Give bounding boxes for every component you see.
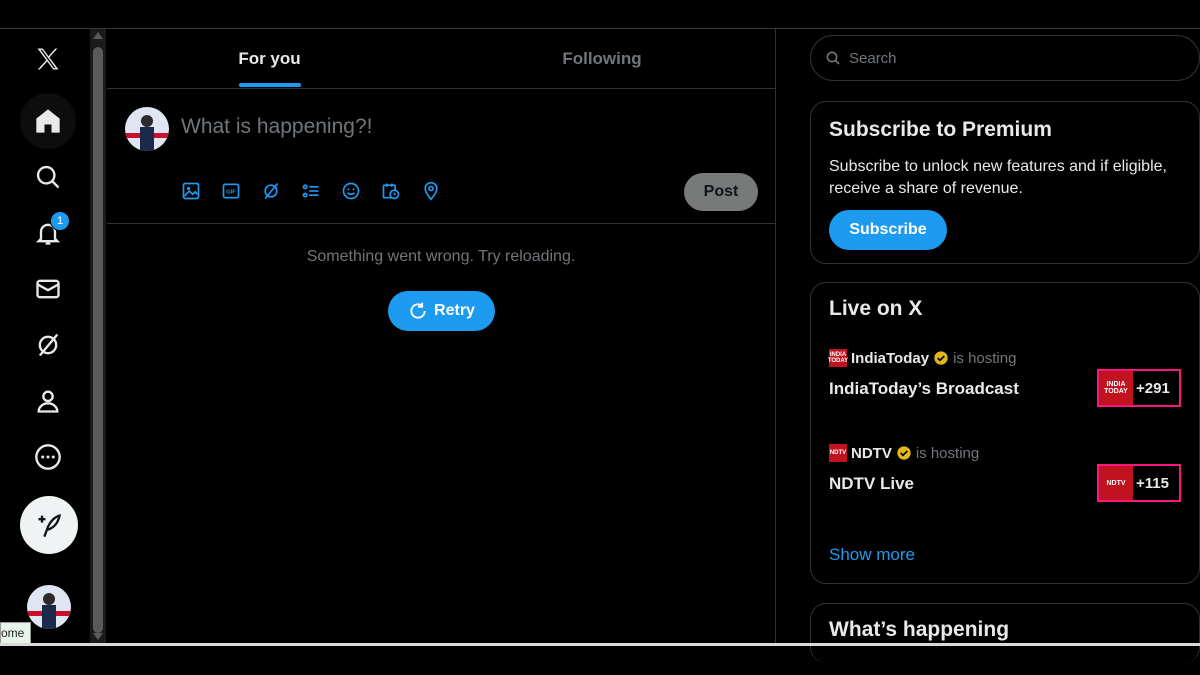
avatar-image: [125, 107, 169, 151]
indiatoday-logo: INDIA TODAY: [1099, 371, 1133, 405]
show-more-link[interactable]: Show more: [829, 545, 915, 565]
nav-explore[interactable]: [20, 149, 76, 205]
home-icon: [36, 109, 60, 133]
host-name[interactable]: NDTV: [851, 445, 892, 462]
nav-messages[interactable]: [20, 261, 76, 317]
nav-notifications[interactable]: 1: [20, 205, 76, 261]
poll-icon: [302, 184, 319, 198]
grok-icon: [38, 333, 59, 357]
whats-happening-card: What’s happening: [810, 603, 1200, 663]
scroll-up-arrow-icon[interactable]: [93, 32, 103, 39]
nav-home[interactable]: [20, 93, 76, 149]
host-row: INDIA TODAY IndiaToday is hosting: [828, 349, 1017, 367]
whats-happening-title: What’s happening: [829, 618, 1010, 641]
broadcast-title[interactable]: IndiaToday’s Broadcast: [829, 379, 1019, 399]
premium-title: Subscribe to Premium: [829, 118, 1052, 141]
listener-count-text: +115: [1136, 474, 1169, 492]
composer-avatar[interactable]: [125, 107, 169, 151]
error-message: Something went wrong. Try reloading.: [306, 248, 576, 265]
nav-grok[interactable]: [20, 317, 76, 373]
more-icon: [35, 444, 61, 470]
host-name[interactable]: IndiaToday: [851, 350, 929, 367]
avatar-image: [27, 585, 71, 629]
search-icon: [36, 165, 60, 189]
notification-badge: 1: [50, 211, 70, 231]
live-title: Live on X: [829, 297, 923, 320]
nav-more[interactable]: [20, 429, 76, 485]
location-button[interactable]: [419, 179, 443, 203]
poll-button[interactable]: [299, 179, 323, 203]
grok-icon: [264, 182, 279, 200]
scrollbar[interactable]: [90, 29, 106, 643]
location-pin-icon: [424, 181, 438, 201]
host-status: is hosting: [953, 349, 1017, 367]
ndtv-logo: NDTV: [829, 444, 847, 462]
schedule-button[interactable]: [379, 179, 403, 203]
tab-for-you[interactable]: For you: [107, 29, 432, 88]
ndtv-logo: NDTV: [1099, 466, 1133, 500]
profile-icon: [37, 390, 59, 413]
retry-label: Retry: [434, 302, 475, 319]
feather-plus-icon: [38, 514, 62, 538]
indiatoday-logo: INDIA TODAY: [828, 349, 848, 367]
search-input[interactable]: Search: [849, 50, 897, 67]
scroll-down-arrow-icon[interactable]: [93, 633, 103, 640]
premium-card: Subscribe to Premium Subscribe to unlock…: [810, 101, 1200, 264]
retry-button[interactable]: Retry: [388, 291, 495, 331]
x-logo-link[interactable]: [20, 31, 76, 87]
post-button[interactable]: Post: [684, 173, 758, 211]
broadcast-title[interactable]: NDTV Live: [829, 474, 914, 494]
search-icon: [826, 51, 840, 65]
live-on-x-card: Live on X INDIA TODAY IndiaToday is host…: [810, 282, 1200, 584]
listener-count[interactable]: NDTV +115: [1097, 464, 1181, 502]
composer-toolbar: GIF: [179, 179, 443, 203]
emoji-icon: [342, 182, 360, 200]
verified-badge-icon: [934, 351, 948, 365]
tooltip: ome: [0, 622, 32, 644]
grok-button[interactable]: [259, 179, 283, 203]
composer-input[interactable]: What is happening?!: [181, 115, 372, 139]
image-icon: [182, 182, 200, 200]
media-button[interactable]: [179, 179, 203, 203]
search-box[interactable]: Search: [810, 35, 1200, 81]
verified-badge-icon: [897, 446, 911, 460]
mail-icon: [36, 279, 60, 299]
x-logo-icon: [37, 48, 59, 70]
svg-text:GIF: GIF: [226, 190, 236, 196]
listener-count[interactable]: INDIA TODAY +291: [1097, 369, 1181, 407]
active-tab-indicator: [239, 83, 301, 87]
host-status: is hosting: [915, 444, 980, 462]
schedule-icon: [382, 183, 400, 200]
tab-following[interactable]: Following: [437, 29, 767, 88]
host-row: NDTV NDTV is hosting: [829, 444, 979, 462]
compose-post-button[interactable]: [20, 496, 78, 554]
main-timeline: For you Following What is happening?! GI…: [107, 29, 776, 643]
gif-button[interactable]: GIF: [219, 179, 243, 203]
emoji-button[interactable]: [339, 179, 363, 203]
live-item[interactable]: NDTV NDTV is hosting NDTV Live NDTV +115: [829, 444, 1185, 524]
window-bottom-border: [0, 643, 1200, 646]
live-item[interactable]: INDIA TODAY IndiaToday is hosting IndiaT…: [828, 349, 1185, 429]
account-avatar[interactable]: [27, 585, 71, 629]
timeline-tabs: For you Following: [107, 29, 775, 89]
listener-count-text: +291: [1136, 379, 1170, 397]
post-composer: What is happening?! GIF Post: [107, 89, 775, 224]
gif-icon: GIF: [222, 183, 240, 199]
premium-description: Subscribe to unlock new features and if …: [829, 158, 1167, 197]
nav-profile[interactable]: [20, 373, 76, 429]
subscribe-button[interactable]: Subscribe: [829, 210, 947, 250]
scroll-thumb[interactable]: [93, 47, 103, 633]
refresh-icon: [410, 302, 426, 319]
